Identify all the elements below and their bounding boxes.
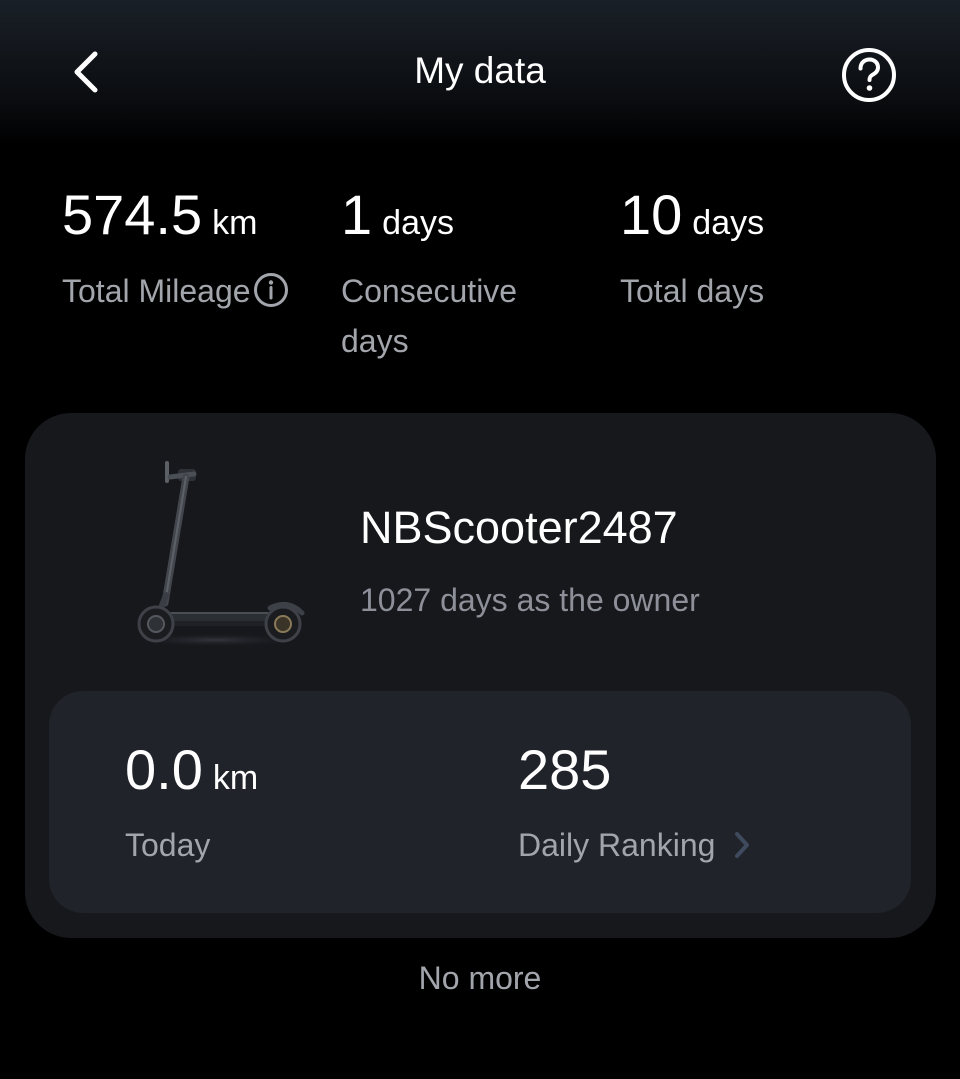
scooter-name: NBScooter2487: [360, 502, 678, 553]
scooter-card[interactable]: NBScooter2487 1027 days as the owner 0.0…: [25, 413, 936, 938]
chevron-right-icon: [733, 831, 751, 859]
help-icon: [842, 48, 896, 102]
today-stat: 0.0 km Today: [125, 735, 258, 867]
daily-ranking-link[interactable]: 285 Daily Ranking: [518, 735, 751, 867]
header-bar: My data: [0, 0, 960, 145]
daily-ranking-label: Daily Ranking: [518, 827, 716, 863]
total-mileage-value: 574.5: [62, 183, 203, 246]
scooter-stats-panel: 0.0 km Today 285 Daily Ranking: [49, 691, 911, 913]
total-days-stat: 10 days Total days: [620, 180, 764, 316]
consecutive-days-unit: days: [382, 204, 454, 242]
total-days-label: Total days: [620, 273, 765, 309]
help-button[interactable]: [838, 44, 900, 106]
total-mileage-unit: km: [212, 204, 258, 242]
total-days-value: 10: [620, 183, 683, 246]
total-mileage-label: Total Mileage: [62, 273, 251, 309]
scooter-image: [125, 461, 305, 647]
info-icon[interactable]: [253, 272, 289, 322]
consecutive-days-stat: 1 days Consecutive days: [341, 180, 591, 366]
page-title: My data: [414, 50, 546, 91]
today-mileage-value: 0.0: [125, 738, 203, 801]
today-label: Today: [125, 827, 211, 863]
total-mileage-stat: 574.5 km Total Mileage: [62, 180, 289, 322]
consecutive-days-label: Consecutive days: [341, 273, 518, 359]
no-more-text: No more: [418, 960, 542, 996]
consecutive-days-value: 1: [341, 183, 373, 246]
daily-ranking-value: 285: [518, 738, 612, 801]
total-days-unit: days: [692, 204, 765, 242]
owner-days-text: 1027 days as the owner: [360, 582, 700, 618]
today-mileage-unit: km: [212, 759, 259, 797]
